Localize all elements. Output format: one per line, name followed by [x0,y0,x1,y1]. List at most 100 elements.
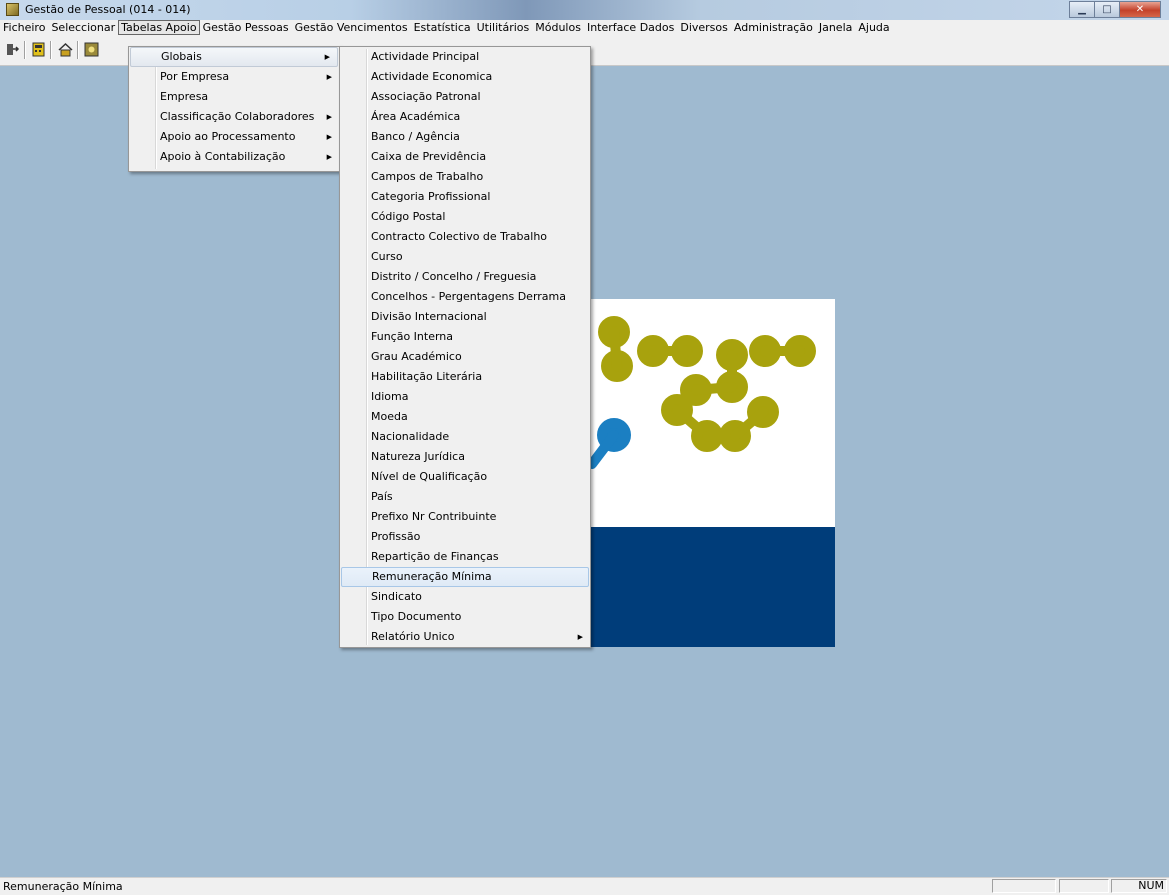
submenu-arrow-icon: ▶ [326,73,332,81]
menu-item[interactable]: Por Empresa ▶ [129,67,339,87]
menu-item-label: Concelhos - Pergentagens Derrama [371,290,566,303]
home-icon[interactable] [58,42,73,57]
menu-item[interactable]: País [340,487,590,507]
menu-item-label: Actividade Economica [371,70,493,83]
menu-item-label: Contracto Colectivo de Trabalho [371,230,548,243]
menu-item[interactable]: Relatório Unico ▶ [340,627,590,647]
menu-item[interactable]: Nacionalidade [340,427,590,447]
menu-item[interactable]: Classificação Colaboradores ▶ [129,107,339,127]
menu-seleccionar[interactable]: Seleccionar [48,20,118,34]
menu-administra-o[interactable]: Administração [731,20,816,34]
menu-item-label: Banco / Agência [371,130,460,143]
menu-utilit-rios[interactable]: Utilitários [474,20,533,34]
menu-item[interactable]: Contracto Colectivo de Trabalho [340,227,590,247]
menu-item-label: Tipo Documento [371,610,462,623]
menu-item-label: Apoio ao Processamento [160,130,296,143]
menu-item[interactable]: Concelhos - Pergentagens Derrama [340,287,590,307]
menu-janela[interactable]: Janela [816,20,856,34]
logo-band [587,527,835,647]
maximize-button[interactable]: □ [1094,1,1120,18]
menu-item[interactable]: Sindicato [340,587,590,607]
menu-tabelas-apoio[interactable]: Tabelas Apoio [118,20,200,35]
menu-item[interactable]: Empresa [129,87,339,107]
menu-item-label: Profissão [371,530,421,543]
status-panel [1059,879,1109,893]
window-controls: ▁ □ ✕ [1069,1,1161,18]
app-shortcut-icon[interactable] [84,42,99,57]
menu-item-label: Habilitação Literária [371,370,483,383]
submenu-arrow-icon: ▶ [326,113,332,121]
menu-bar: Ficheiro Seleccionar Tabelas Apoio Gestão P… [0,20,1169,35]
menu-item[interactable]: Globais ▶ [130,47,338,67]
menu-item[interactable]: Idioma [340,387,590,407]
menu-item[interactable]: Natureza Jurídica [340,447,590,467]
menu-item[interactable]: Nível de Qualificação [340,467,590,487]
menu-item-label: Moeda [371,410,408,423]
menu-interface-dados[interactable]: Interface Dados [584,20,677,34]
menu-gest-o-pessoas[interactable]: Gestão Pessoas [200,20,292,34]
menu-item[interactable]: Caixa de Previdência [340,147,590,167]
menu-item-label: Globais [161,50,202,63]
close-button[interactable]: ✕ [1119,1,1161,18]
menu-item[interactable]: Banco / Agência [340,127,590,147]
menu-item[interactable]: Campos de Trabalho [340,167,590,187]
menu-item-label: Categoria Profissional [371,190,491,203]
menu-item-label: Por Empresa [160,70,230,83]
status-bar: Remuneração Mínima NUM [0,877,1169,895]
menu-item[interactable]: Grau Académico [340,347,590,367]
menu-item-label: Nível de Qualificação [371,470,488,483]
menu-item[interactable]: Prefixo Nr Contribuinte [340,507,590,527]
menu-ficheiro[interactable]: Ficheiro [0,20,48,34]
menu-estat-stica[interactable]: Estatística [411,20,474,34]
menu-item-label: Natureza Jurídica [371,450,465,463]
menu-item[interactable]: Remuneração Mínima [341,567,589,587]
menu-item-label: Repartição de Finanças [371,550,499,563]
minimize-button[interactable]: ▁ [1069,1,1095,18]
menu-item[interactable]: Actividade Economica [340,67,590,87]
menu-m-dulos[interactable]: Módulos [532,20,584,34]
menu-item-label: Apoio à Contabilização [160,150,286,163]
menu-item[interactable]: Repartição de Finanças [340,547,590,567]
menu-item[interactable]: Divisão Internacional [340,307,590,327]
num-lock-indicator: NUM [1111,879,1167,893]
calculator-icon[interactable] [31,42,46,57]
menu-item[interactable]: Profissão [340,527,590,547]
menu-ajuda[interactable]: Ajuda [855,20,892,34]
menu-item[interactable]: Código Postal [340,207,590,227]
menu-diversos[interactable]: Diversos [677,20,731,34]
menu-item[interactable]: Curso [340,247,590,267]
menu-item[interactable]: Habilitação Literária [340,367,590,387]
menu-item-label: Curso [371,250,403,263]
toolbar-separator [24,41,26,59]
menu-item[interactable]: Função Interna [340,327,590,347]
app-icon[interactable] [6,3,19,16]
menu-item[interactable]: Categoria Profissional [340,187,590,207]
menu-item[interactable]: Apoio à Contabilização ▶ [129,147,339,167]
submenu-arrow-icon: ▶ [326,133,332,141]
toolbar-separator [77,41,79,59]
submenu-arrow-icon: ▶ [577,633,583,641]
menu-item-label: Empresa [160,90,209,103]
toolbar-separator [50,41,52,59]
menu-item-label: Relatório Unico [371,630,455,643]
menu-item[interactable]: Moeda [340,407,590,427]
status-panel [992,879,1056,893]
menu-item[interactable]: Área Académica [340,107,590,127]
menu-item[interactable]: Tipo Documento [340,607,590,627]
menu-item-label: Área Académica [371,110,461,123]
menu-item-label: Prefixo Nr Contribuinte [371,510,497,523]
menu-item-label: Idioma [371,390,409,403]
menu-item-label: Actividade Principal [371,50,480,63]
menu-item[interactable]: Apoio ao Processamento ▶ [129,127,339,147]
menu-item-label: Grau Académico [371,350,462,363]
menu-item[interactable]: Associação Patronal [340,87,590,107]
menu-item[interactable]: Distrito / Concelho / Freguesia [340,267,590,287]
logo-graphic [587,316,816,469]
company-logo [587,299,835,647]
menu-item[interactable]: Actividade Principal [340,47,590,67]
menu-item-label: País [371,490,393,503]
menu-gest-o-vencimentos[interactable]: Gestão Vencimentos [292,20,411,34]
menu-item-label: Nacionalidade [371,430,450,443]
menu-item-label: Associação Patronal [371,90,481,103]
exit-icon[interactable] [5,42,20,57]
